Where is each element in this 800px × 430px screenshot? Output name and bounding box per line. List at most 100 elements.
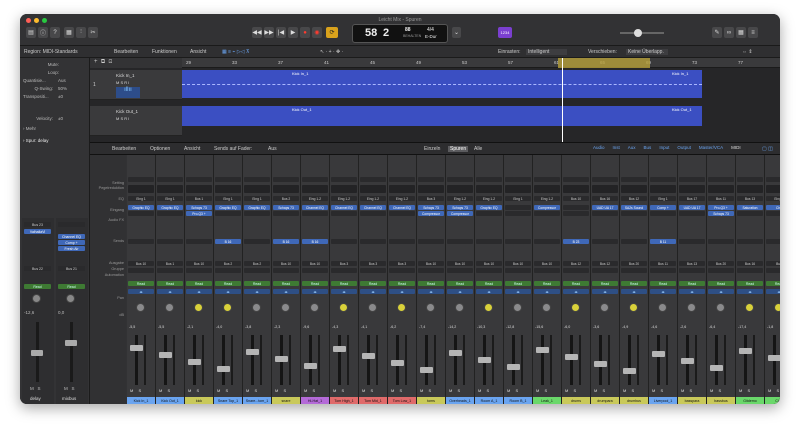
audio-fx-slot[interactable] xyxy=(505,211,531,216)
region-label[interactable]: Region: MIDI-Standards xyxy=(24,49,78,55)
setting-slot[interactable] xyxy=(679,177,705,182)
output-slot[interactable]: Bus 12 xyxy=(563,261,589,266)
automation-mode[interactable]: Read xyxy=(331,281,357,286)
automation-mode[interactable]: Read xyxy=(708,281,734,286)
strip-fx-slot[interactable]: Comp + xyxy=(58,240,85,245)
send-slot[interactable] xyxy=(708,239,734,244)
track-name-label[interactable]: snare xyxy=(272,397,300,404)
audio-fx-slot[interactable]: Saturation xyxy=(737,205,763,210)
pan-knob[interactable] xyxy=(165,303,174,312)
pan-knob[interactable] xyxy=(136,303,145,312)
group-slot[interactable] xyxy=(679,268,705,273)
rewind-icon[interactable]: ◀◀ xyxy=(252,27,262,38)
link-icon[interactable]: ◂▸ xyxy=(360,289,386,294)
pan-knob[interactable] xyxy=(310,303,319,312)
audio-fx-slot[interactable]: Comp + xyxy=(650,205,676,210)
automation-mode[interactable]: Read xyxy=(650,281,676,286)
track-name-label[interactable]: Tom High_1 xyxy=(330,397,358,404)
send-slot[interactable] xyxy=(621,239,647,244)
mute-solo-buttons[interactable]: M S xyxy=(565,388,576,393)
audio-region[interactable]: Kick Out_1 Kick Out_1 xyxy=(182,106,702,126)
send-slot[interactable] xyxy=(418,239,444,244)
eq-thumbnail[interactable] xyxy=(737,185,763,193)
input-slot[interactable]: Bus 17 xyxy=(679,196,705,201)
lcd-dropdown-icon[interactable]: ⌄ xyxy=(452,27,461,38)
audio-fx-slot[interactable]: Pro-Q3 + xyxy=(708,205,734,210)
play-icon[interactable]: ▶ xyxy=(288,27,298,38)
audio-fx-slot[interactable]: Schaps 73 xyxy=(447,205,473,210)
input-slot[interactable]: Eing 1-2 xyxy=(302,196,328,201)
input-slot[interactable]: Eing 1-2 xyxy=(360,196,386,201)
volume-fader[interactable] xyxy=(565,354,578,360)
group-slot[interactable] xyxy=(708,268,734,273)
master-volume-slider[interactable] xyxy=(620,29,664,37)
audio-fx-slot[interactable]: Schaps 73 xyxy=(418,205,444,210)
output-slot[interactable]: Bus 10 xyxy=(302,261,328,266)
mute-solo-buttons[interactable]: M S xyxy=(333,388,344,393)
volume-fader[interactable] xyxy=(188,359,201,365)
input-slot[interactable]: Eing 1 xyxy=(766,196,780,201)
audio-fx-slot[interactable] xyxy=(679,211,705,216)
add-track-icon[interactable]: + ⧉ ⊡ xyxy=(90,58,182,68)
eq-thumbnail[interactable] xyxy=(302,185,328,193)
input-slot[interactable]: Bus 12 xyxy=(621,196,647,201)
track-header[interactable]: Kick Out_1 M S R I xyxy=(90,106,182,136)
filter-tab-audio[interactable]: Audio xyxy=(590,145,608,153)
audio-fx-slot[interactable] xyxy=(244,211,270,216)
output-slot[interactable]: Bus 1 xyxy=(157,261,183,266)
count-in-badge[interactable]: 1234 xyxy=(498,27,512,38)
mute-solo-buttons[interactable]: M S xyxy=(652,388,663,393)
output-slot[interactable]: Bus 13 xyxy=(679,261,705,266)
record-icon[interactable]: ● xyxy=(300,27,310,38)
input-slot[interactable]: Bus 3 xyxy=(418,196,444,201)
audio-fx-slot[interactable]: Schaps 73 xyxy=(186,205,212,210)
more-disclosure[interactable]: › Mehr xyxy=(23,126,86,131)
group-slot[interactable] xyxy=(650,268,676,273)
mute-solo-buttons[interactable]: M S xyxy=(275,388,286,393)
volume-fader[interactable] xyxy=(159,352,172,358)
audio-fx-slot[interactable] xyxy=(737,211,763,216)
link-icon[interactable]: ◂▸ xyxy=(534,289,560,294)
input-slot[interactable]: Eing 1 xyxy=(650,196,676,201)
mute-solo-buttons[interactable]: M S xyxy=(246,388,257,393)
mixer-icon[interactable]: ⫶ xyxy=(76,27,86,38)
output-slot[interactable]: Bus 3 xyxy=(331,261,357,266)
setting-slot[interactable] xyxy=(650,177,676,182)
quantize-value[interactable]: Aus xyxy=(58,78,82,83)
strip-output[interactable]: Bus 22 xyxy=(24,266,51,271)
setting-slot[interactable] xyxy=(476,177,502,182)
setting-slot[interactable] xyxy=(737,177,763,182)
link-icon[interactable]: ◂▸ xyxy=(215,289,241,294)
eq-thumbnail[interactable] xyxy=(389,185,415,193)
eq-thumbnail[interactable] xyxy=(476,185,502,193)
view-all[interactable]: Alle xyxy=(474,146,482,152)
output-slot[interactable]: Bus 3 xyxy=(360,261,386,266)
pan-knob[interactable] xyxy=(542,303,551,312)
output-slot[interactable]: Bus 10 xyxy=(128,261,154,266)
strip-send-slot[interactable]: Bus 23 xyxy=(24,222,51,227)
audio-fx-slot[interactable]: Channel EQ xyxy=(302,205,328,210)
send-slot[interactable]: B 11 xyxy=(650,239,676,244)
automation-mode[interactable]: Read xyxy=(302,281,328,286)
send-slot[interactable] xyxy=(389,239,415,244)
filter-tab-bus[interactable]: Bus xyxy=(641,145,655,153)
setting-slot[interactable] xyxy=(447,177,473,182)
setting-slot[interactable] xyxy=(186,177,212,182)
list-icon[interactable]: ≡ xyxy=(748,27,758,38)
track-name-label[interactable]: Room B_1 xyxy=(504,397,532,404)
automation-mode[interactable]: Read xyxy=(592,281,618,286)
automation-mode[interactable]: Read xyxy=(157,281,183,286)
input-slot[interactable]: Eing 1-2 xyxy=(476,196,502,201)
automation-mode[interactable]: Read xyxy=(418,281,444,286)
eq-thumbnail[interactable] xyxy=(708,185,734,193)
view-single[interactable]: Einzeln xyxy=(424,146,440,152)
eq-thumbnail[interactable] xyxy=(679,185,705,193)
setting-slot[interactable] xyxy=(621,177,647,182)
pan-knob[interactable] xyxy=(281,303,290,312)
track-name-label[interactable]: drumpara xyxy=(591,397,619,404)
setting-slot[interactable] xyxy=(244,177,270,182)
mute-solo[interactable]: M S xyxy=(64,386,85,391)
snap-select[interactable]: Intelligent xyxy=(526,49,568,55)
output-slot[interactable]: Bus 10 xyxy=(534,261,560,266)
edit-menu[interactable]: Bearbeiten xyxy=(114,49,138,55)
